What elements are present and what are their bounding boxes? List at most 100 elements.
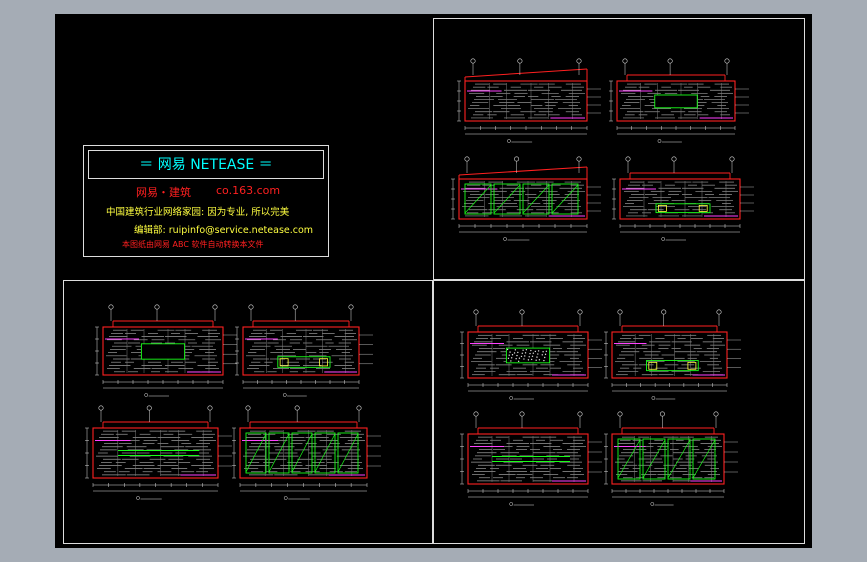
level-marker bbox=[716, 309, 722, 315]
level-marker bbox=[248, 304, 254, 310]
level-marker bbox=[348, 304, 354, 310]
level-marker bbox=[577, 309, 583, 315]
pattern-dot bbox=[506, 348, 509, 351]
pattern-dot bbox=[530, 349, 532, 352]
caption-marker bbox=[509, 396, 514, 400]
pattern-dot bbox=[516, 354, 518, 357]
pattern-dot bbox=[532, 352, 535, 354]
center-panel bbox=[505, 347, 551, 364]
pattern-dot bbox=[542, 351, 544, 353]
pattern-dot bbox=[544, 356, 546, 359]
pattern-dot bbox=[515, 357, 517, 360]
pattern-dot bbox=[538, 359, 541, 361]
elevation-drawings bbox=[85, 58, 754, 506]
level-marker bbox=[724, 58, 730, 64]
level-marker bbox=[625, 156, 631, 162]
pattern-dot bbox=[543, 359, 545, 362]
pattern-dot bbox=[537, 353, 539, 355]
level-marker bbox=[622, 58, 628, 64]
pattern-dot bbox=[527, 359, 530, 361]
pattern-dot bbox=[523, 358, 525, 360]
pattern-dot bbox=[508, 354, 510, 356]
caption-marker bbox=[136, 496, 140, 500]
caption-marker bbox=[650, 502, 655, 506]
level-marker bbox=[470, 58, 476, 64]
pattern-dot bbox=[535, 359, 537, 361]
level-marker bbox=[473, 309, 479, 315]
pattern-dot bbox=[531, 355, 534, 357]
level-marker bbox=[661, 309, 667, 315]
pattern-dot bbox=[511, 354, 514, 356]
level-marker bbox=[729, 156, 735, 162]
caption-marker bbox=[282, 393, 287, 397]
caption-marker bbox=[283, 496, 288, 500]
bench-item bbox=[698, 204, 708, 212]
level-marker bbox=[473, 411, 479, 417]
level-marker bbox=[517, 58, 523, 64]
glass-diagonal bbox=[522, 184, 550, 214]
pattern-dot bbox=[509, 351, 511, 353]
level-marker bbox=[576, 58, 582, 64]
caption-marker bbox=[509, 502, 514, 506]
level-marker bbox=[514, 156, 520, 162]
pattern-dot bbox=[534, 350, 537, 353]
level-marker bbox=[212, 304, 218, 310]
pattern-dot bbox=[529, 352, 531, 355]
level-marker bbox=[146, 405, 152, 411]
caption-marker bbox=[657, 139, 662, 143]
pattern-dot bbox=[507, 357, 510, 360]
pattern-dot bbox=[518, 357, 521, 359]
center-panel bbox=[654, 94, 698, 109]
level-marker bbox=[154, 304, 160, 310]
pattern-dot bbox=[510, 357, 513, 359]
caption-marker bbox=[651, 396, 656, 400]
pattern-dot bbox=[517, 360, 520, 363]
pattern-dot bbox=[524, 352, 527, 354]
level-marker bbox=[292, 304, 298, 310]
pattern-dot bbox=[537, 350, 540, 352]
center-panel bbox=[140, 343, 186, 360]
pattern-dot bbox=[536, 356, 538, 358]
level-marker bbox=[207, 405, 213, 411]
ceiling-slope-line bbox=[464, 68, 588, 78]
caption-marker bbox=[503, 237, 507, 241]
level-marker bbox=[667, 58, 673, 64]
ceiling-slope-line bbox=[458, 166, 588, 176]
caption-marker bbox=[144, 393, 149, 397]
level-marker bbox=[713, 411, 719, 417]
level-marker bbox=[671, 156, 677, 162]
pattern-dot bbox=[514, 349, 517, 351]
caption-marker bbox=[507, 139, 511, 143]
caption-marker bbox=[661, 237, 666, 241]
pattern-dot bbox=[544, 353, 547, 356]
pattern-dot bbox=[545, 350, 548, 352]
glass-diagonal bbox=[493, 184, 521, 214]
pattern-dot bbox=[522, 349, 524, 351]
level-marker bbox=[576, 156, 582, 162]
level-marker bbox=[464, 156, 470, 162]
cad-drawing-canvas[interactable]: ＝ 网易 NETEASE ＝ 网易・建筑 co.163.com 中国建筑行业网络… bbox=[55, 14, 812, 548]
pattern-dot bbox=[521, 352, 523, 355]
level-marker bbox=[519, 411, 525, 417]
level-marker bbox=[356, 405, 362, 411]
pattern-dot bbox=[541, 354, 543, 356]
level-marker bbox=[519, 309, 525, 315]
level-marker bbox=[617, 411, 623, 417]
pattern-dot bbox=[525, 349, 528, 351]
pattern-dot bbox=[513, 352, 516, 354]
pattern-dot bbox=[520, 355, 523, 358]
level-marker bbox=[108, 304, 114, 310]
bench-item bbox=[658, 204, 667, 212]
level-marker bbox=[659, 411, 665, 417]
glass-diagonal bbox=[551, 184, 579, 214]
pattern-dot bbox=[524, 355, 526, 357]
level-marker bbox=[245, 405, 251, 411]
elevation-6-outline bbox=[242, 326, 360, 376]
pattern-dot bbox=[517, 351, 519, 354]
pattern-dot bbox=[528, 356, 530, 358]
pattern-dot bbox=[530, 358, 533, 361]
level-marker bbox=[617, 309, 623, 315]
level-marker bbox=[98, 405, 104, 411]
pattern-dot bbox=[510, 360, 512, 362]
level-marker bbox=[577, 411, 583, 417]
